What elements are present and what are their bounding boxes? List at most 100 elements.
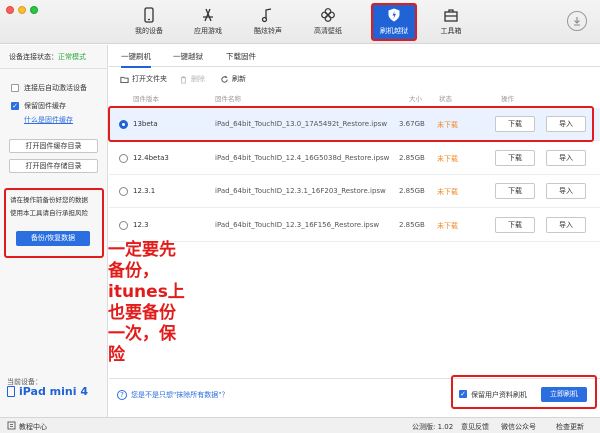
folder-icon (120, 76, 129, 83)
current-device-name: iPad mini 4 (19, 385, 88, 398)
connection-status-value: 正常模式 (58, 53, 86, 61)
backup-restore-button[interactable]: 备份/恢复数据 (16, 231, 90, 246)
firmware-status: 未下载 (437, 188, 458, 196)
annotation-text: 一定要先 备份， itunes上 也要备份 一次，保 险 (108, 240, 185, 365)
download-button[interactable]: 下载 (495, 150, 535, 166)
flash-bottom-bar: ? 您是不是只想"抹除所有数据"？ ✓ 保留用户资料刷机 立即刷机 (109, 378, 600, 408)
keep-cache-label: 保留固件缓存 (24, 102, 66, 110)
tab-one-click-flash[interactable]: 一键刷机 (121, 51, 151, 68)
firmware-size: 3.67GB (399, 120, 425, 128)
help-icon: ? (117, 390, 127, 400)
firmware-status: 未下载 (437, 121, 458, 129)
nav-toolbox[interactable]: 工具箱 (429, 4, 473, 40)
toolbox-icon (444, 9, 458, 22)
current-device: iPad mini 4 (7, 385, 88, 398)
download-icon (574, 17, 580, 26)
tab-download-firmware[interactable]: 下载固件 (226, 51, 256, 62)
top-toolbar: 我的设备 应用游戏 酷炫铃声 高清壁纸 刷机越狱 工具箱 (0, 0, 600, 44)
nav-label: 工具箱 (440, 27, 462, 35)
table-row[interactable]: 12.3 iPad_64bit_TouchID_12.3_16F156_Rest… (109, 209, 600, 242)
refresh-label: 刷新 (232, 75, 246, 83)
keep-user-data-label: 保留用户资料刷机 (471, 391, 527, 399)
trash-icon (180, 75, 187, 84)
tutorial-center-link[interactable]: 教程中心 (19, 422, 47, 432)
firmware-name: iPad_64bit_TouchID_13.0_17A5492t_Restore… (215, 120, 388, 128)
table-row[interactable]: 13beta iPad_64bit_TouchID_13.0_17A5492t_… (109, 108, 600, 141)
auto-activate-label: 连接后自动激活设备 (24, 84, 87, 92)
firmware-status: 未下载 (437, 222, 458, 230)
firmware-radio[interactable] (119, 221, 128, 230)
risk-warning-line2: 使用本工具请自行承担风险 (10, 209, 88, 217)
what-is-cache-link[interactable]: 什么是固件缓存 (24, 115, 73, 125)
nav-label: 酷炫铃声 (254, 27, 282, 35)
header-status: 状态 (439, 95, 452, 103)
firmware-radio[interactable] (119, 154, 128, 163)
check-update-link[interactable]: 检查更新 (556, 422, 584, 432)
firmware-size: 2.85GB (399, 187, 425, 195)
download-button[interactable]: 下载 (495, 116, 535, 132)
firmware-radio[interactable] (119, 120, 128, 129)
firmware-radio[interactable] (119, 187, 128, 196)
wechat-link[interactable]: 微信公众号 (501, 422, 536, 432)
import-button[interactable]: 导入 (546, 116, 586, 132)
firmware-size: 2.85GB (399, 221, 425, 229)
flower-icon (321, 8, 335, 22)
download-manager-button[interactable] (567, 11, 587, 31)
import-button[interactable]: 导入 (546, 217, 586, 233)
open-storage-dir-button[interactable]: 打开固件存储目录 (9, 159, 98, 173)
nav-my-device[interactable]: 我的设备 (127, 4, 171, 40)
close-window-button[interactable] (6, 6, 14, 14)
shield-icon (388, 8, 400, 22)
nav-label: 我的设备 (135, 27, 163, 35)
table-row[interactable]: 12.4beta3 iPad_64bit_TouchID_12.4_16G503… (109, 142, 600, 175)
risk-warning-line1: 请在操作前备份好您的数据 (10, 196, 88, 204)
download-button[interactable]: 下载 (495, 217, 535, 233)
firmware-version: 12.3.1 (133, 187, 156, 195)
nav-label: 刷机越狱 (380, 27, 408, 35)
import-button[interactable]: 导入 (546, 150, 586, 166)
firmware-version: 12.4beta3 (133, 154, 169, 162)
version-label: 公测版: 1.02 (412, 423, 454, 431)
nav-apps-games[interactable]: 应用游戏 (186, 4, 230, 40)
tab-one-click-jailbreak[interactable]: 一键越狱 (173, 51, 203, 62)
refresh-button[interactable]: 刷新 (220, 74, 246, 84)
connection-status-label: 设备连接状态： (9, 53, 58, 61)
firmware-version: 13beta (133, 120, 158, 128)
keep-cache-checkbox[interactable]: ✓ (11, 102, 19, 110)
delete-button[interactable]: 删除 (179, 74, 205, 84)
maximize-window-button[interactable] (30, 6, 38, 14)
table-row[interactable]: 12.3.1 iPad_64bit_TouchID_12.3.1_16F203_… (109, 175, 600, 208)
firmware-size: 2.85GB (399, 154, 425, 162)
firmware-name: iPad_64bit_TouchID_12.3_16F156_Restore.i… (215, 221, 380, 229)
open-cache-dir-button[interactable]: 打开固件缓存目录 (9, 139, 98, 153)
feedback-link[interactable]: 意见反馈 (461, 422, 489, 432)
nav-flash-jailbreak[interactable]: 刷机越狱 (372, 4, 416, 40)
table-header: 固件版本 固件名称 大小 状态 操作 (109, 91, 600, 103)
phone-icon (144, 7, 154, 23)
divider (0, 68, 108, 69)
nav-wallpapers[interactable]: 高清壁纸 (306, 4, 350, 40)
ipad-icon (7, 386, 15, 397)
tutorial-icon (7, 421, 16, 430)
action-bar: 打开文件夹 删除 刷新 (109, 70, 600, 88)
auto-activate-checkbox[interactable] (11, 84, 19, 92)
keep-user-data-checkbox[interactable]: ✓ (459, 390, 467, 398)
nav-ringtones[interactable]: 酷炫铃声 (246, 4, 290, 40)
minimize-window-button[interactable] (18, 6, 26, 14)
nav-label: 应用游戏 (194, 27, 222, 35)
firmware-version: 12.3 (133, 221, 149, 229)
flash-now-button[interactable]: 立即刷机 (541, 387, 587, 402)
header-size: 大小 (409, 95, 422, 103)
import-button[interactable]: 导入 (546, 183, 586, 199)
tab-bar: 一键刷机 一键越狱 下载固件 (109, 45, 600, 68)
open-folder-button[interactable]: 打开文件夹 (120, 74, 167, 84)
download-button[interactable]: 下载 (495, 183, 535, 199)
firmware-name: iPad_64bit_TouchID_12.3.1_16F203_Restore… (215, 187, 386, 195)
header-name: 固件名称 (215, 95, 241, 103)
connection-status: 设备连接状态：正常模式 (9, 52, 86, 62)
erase-data-help-link[interactable]: ? 您是不是只想"抹除所有数据"？ (117, 390, 228, 400)
header-actions: 操作 (501, 95, 514, 103)
erase-data-help-text: 您是不是只想"抹除所有数据"？ (131, 391, 229, 399)
nav-label: 高清壁纸 (314, 27, 342, 35)
delete-label: 删除 (191, 75, 205, 83)
